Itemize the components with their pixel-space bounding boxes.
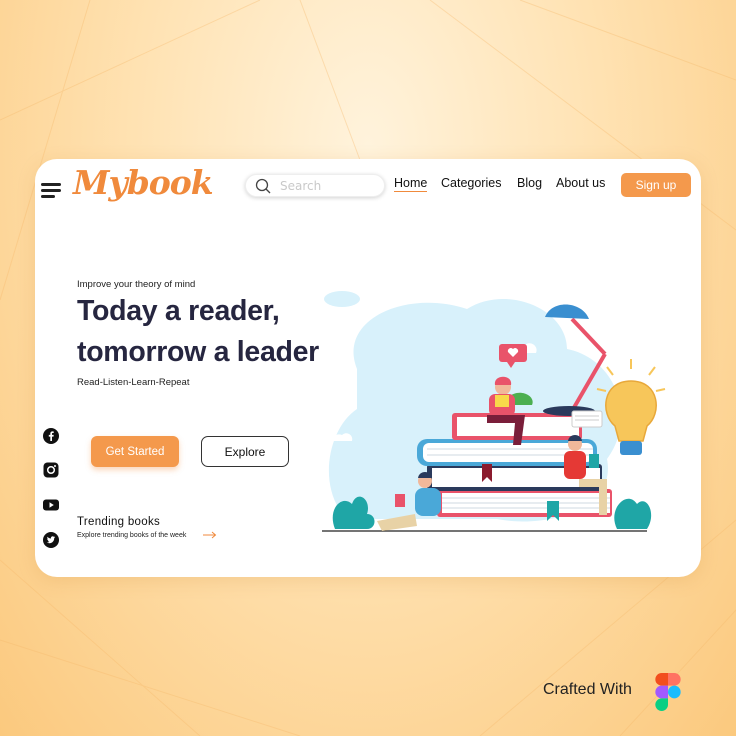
figma-icon	[655, 673, 681, 711]
nav-about-us[interactable]: About us	[556, 176, 605, 190]
trending-books-subtitle: Explore trending books of the week	[77, 532, 187, 539]
hero-tagline: Read-Listen-Learn-Repeat	[77, 377, 190, 388]
hero-eyebrow: Improve your theory of mind	[77, 279, 196, 290]
hero-headline-line1: Today a reader,	[77, 295, 280, 327]
hamburger-menu-icon[interactable]	[41, 183, 61, 199]
trending-books-title: Trending books	[77, 516, 161, 528]
arrow-right-icon[interactable]	[203, 531, 217, 539]
landing-page-card: Mybook Home Categories Blog About us Sig…	[35, 159, 701, 577]
logo[interactable]: Mybook	[73, 163, 214, 202]
nav-categories[interactable]: Categories	[441, 176, 501, 190]
twitter-icon[interactable]	[43, 532, 59, 548]
crafted-with-label: Crafted With	[543, 681, 632, 698]
hero-headline-line2: tomorrow a leader	[77, 336, 319, 368]
sign-up-button[interactable]: Sign up	[621, 173, 691, 197]
youtube-icon[interactable]	[43, 497, 59, 513]
nav-blog[interactable]: Blog	[517, 176, 542, 190]
search-input[interactable]	[280, 177, 376, 195]
reading-books-illustration	[322, 291, 666, 532]
instagram-icon[interactable]	[43, 462, 59, 478]
nav-home[interactable]: Home	[394, 176, 428, 192]
get-started-button[interactable]: Get Started	[91, 436, 179, 467]
explore-button[interactable]: Explore	[201, 436, 289, 467]
search-box[interactable]	[245, 174, 385, 197]
facebook-icon[interactable]	[43, 428, 59, 444]
search-icon	[255, 178, 271, 194]
